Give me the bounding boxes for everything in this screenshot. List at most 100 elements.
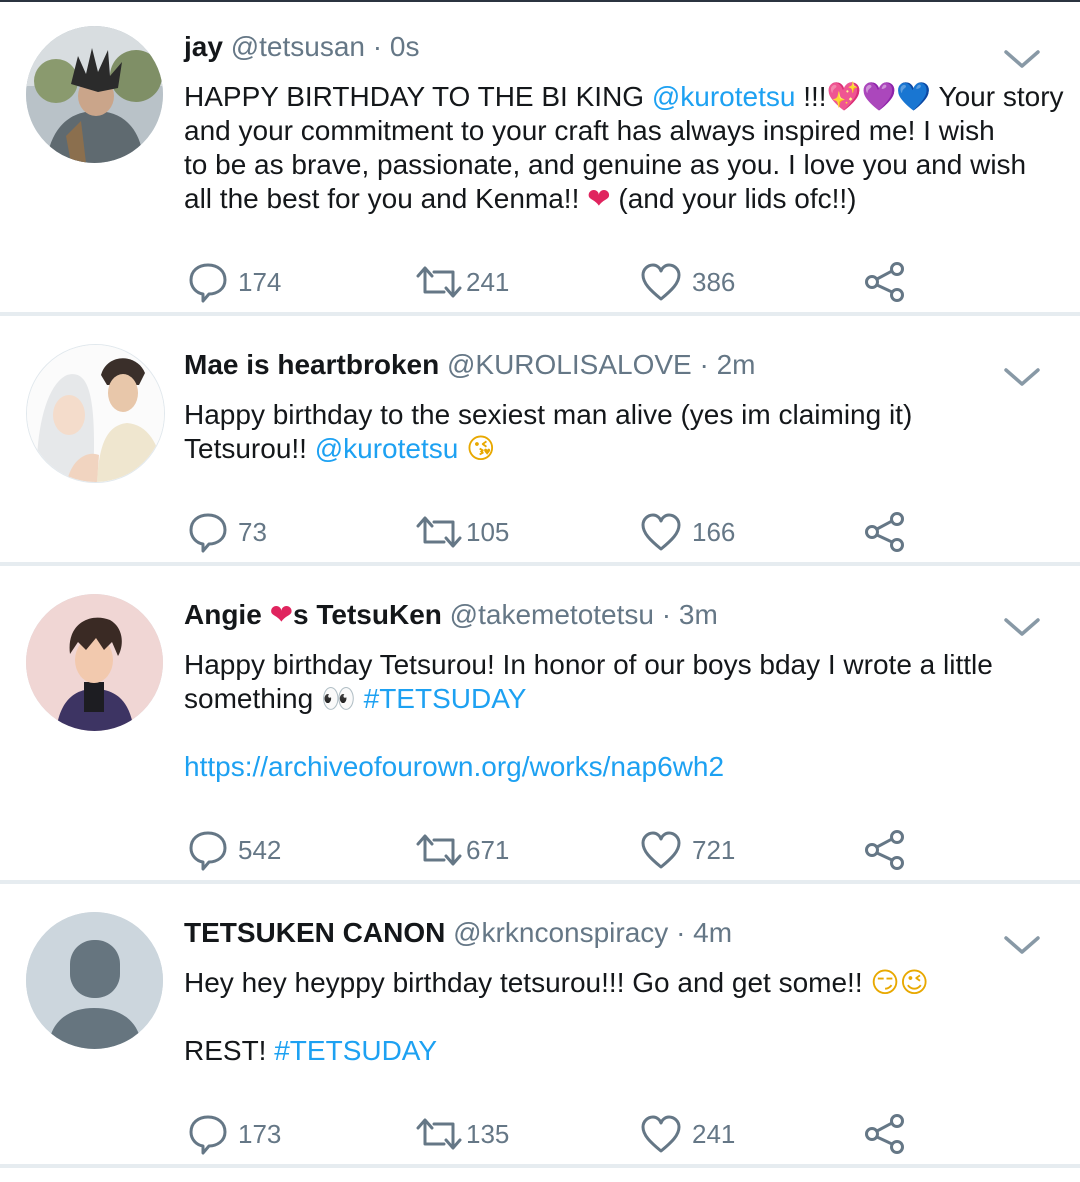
retweet-icon [414,262,464,302]
retweet-icon [414,830,464,870]
link[interactable]: https://archiveofourown.org/works/nap6wh… [184,751,724,782]
tweet-actions: 173 135 241 [0,1112,1080,1156]
user-handle[interactable]: @takemetotetsu [450,599,654,630]
display-name[interactable]: jay [184,31,223,62]
emoji: ❤ [587,182,611,215]
retweet-icon [414,1114,464,1154]
tweet-text: Hey hey heyppy birthday tetsurou!!! Go a… [184,966,1064,1068]
reply-button[interactable]: 173 [188,1112,281,1156]
chevron-down-icon[interactable] [1002,614,1042,640]
tweet[interactable]: jay @tetsusan · 0s HAPPY BIRTHDAY TO THE… [0,0,1080,312]
reply-button[interactable]: 73 [188,510,267,554]
timestamp[interactable]: 3m [679,599,718,630]
share-button[interactable] [864,1112,906,1156]
text-run: Happy birthday to the sexiest man alive … [184,399,913,430]
chevron-down-icon[interactable] [1002,46,1042,72]
tweet-text: Happy birthday Tetsurou! In honor of our… [184,648,1064,784]
retweet-button[interactable]: 241 [414,260,509,304]
emoji: 💖 [826,80,862,113]
link[interactable]: @kurotetsu [315,433,459,464]
emoji: 😘 [466,432,496,465]
like-icon [640,1114,682,1154]
user-handle[interactable]: @krknconspiracy [453,917,668,948]
timestamp[interactable]: 4m [693,917,732,948]
tweet-header: TETSUKEN CANON @krknconspiracy · 4m [184,916,732,950]
text-run: all the best for you and Kenma!! [184,183,588,214]
text-run: and your commitment to your craft has al… [184,115,995,146]
like-icon [640,830,682,870]
like-count: 241 [692,1118,736,1149]
text-run: Tetsurou!! [184,433,315,464]
reply-count: 174 [238,266,282,297]
separator-dot: · [699,349,709,380]
reply-count: 73 [238,516,267,547]
text-line: all the best for you and Kenma!! ❤ (and … [184,182,1064,216]
display-name[interactable]: Mae is heartbroken [184,349,439,380]
share-button[interactable] [864,510,906,554]
separator-dot: · [372,31,383,62]
retweet-button[interactable]: 105 [414,510,509,554]
text-run: Happy birthday Tetsurou! In honor of our… [184,649,993,680]
text-run [458,433,466,464]
text-run: HAPPY BIRTHDAY TO THE BI KING [184,81,652,112]
link[interactable]: #TETSUDAY [364,683,527,714]
text-run: something [184,683,321,714]
reply-icon [188,829,228,871]
like-button[interactable]: 386 [640,260,735,304]
tweet-actions: 542 671 721 [0,828,1080,872]
text-run: (and your lids ofc!!) [610,183,857,214]
link[interactable]: @kurotetsu [652,81,796,112]
reply-count: 173 [238,1118,282,1149]
timestamp[interactable]: 0s [390,31,420,62]
retweet-icon [414,512,464,552]
name-part: s TetsuKen [293,599,442,630]
tweet-header: jay @tetsusan · 0s [184,30,419,64]
user-handle[interactable]: @tetsusan [231,31,365,62]
name-part: ❤ [269,599,294,630]
tweet[interactable]: TETSUKEN CANON @krknconspiracy · 4m Hey … [0,884,1080,1164]
text-line: https://archiveofourown.org/works/nap6wh… [184,750,1064,784]
tweet[interactable]: Mae is heartbroken @KUROLISALOVE · 2m Ha… [0,316,1080,562]
text-run: REST! [184,1035,275,1066]
like-button[interactable]: 166 [640,510,735,554]
retweet-count: 671 [466,834,510,865]
avatar[interactable] [26,26,163,163]
display-name[interactable]: Angie ❤s TetsuKen [184,599,442,630]
text-line: something 👀 #TETSUDAY [184,682,1064,716]
chevron-down-icon[interactable] [1002,932,1042,958]
share-button[interactable] [864,828,906,872]
chevron-down-icon[interactable] [1002,364,1042,390]
share-button[interactable] [864,260,906,304]
reply-button[interactable]: 174 [188,260,281,304]
emoji: 💙 [896,80,932,113]
separator-dot: · [661,599,672,630]
avatar[interactable] [26,912,163,1049]
separator-dot: · [676,917,686,948]
like-count: 721 [692,834,736,865]
text-run: to be as brave, passionate, and genuine … [184,149,1027,180]
tweet-text: Happy birthday to the sexiest man alive … [184,398,1064,466]
like-button[interactable]: 721 [640,828,735,872]
tweet-divider [0,1164,1080,1168]
text-line: Tetsurou!! @kurotetsu 😘 [184,432,1064,466]
user-handle[interactable]: @KUROLISALOVE [447,349,692,380]
link[interactable]: #TETSUDAY [274,1035,437,1066]
tweet[interactable]: Angie ❤s TetsuKen @takemetotetsu · 3m Ha… [0,566,1080,880]
retweet-count: 135 [466,1118,510,1149]
retweet-button[interactable]: 671 [414,828,509,872]
timestamp[interactable]: 2m [717,349,756,380]
text-line: Happy birthday Tetsurou! In honor of our… [184,648,1064,682]
text-line: Hey hey heyppy birthday tetsurou!!! Go a… [184,966,1064,1000]
share-icon [864,1113,906,1155]
display-name[interactable]: TETSUKEN CANON [184,917,445,948]
avatar[interactable] [26,344,165,483]
emoji: 😉 [899,966,929,999]
like-button[interactable]: 241 [640,1112,735,1156]
tweet-actions: 174 241 386 [0,260,1080,304]
text-run: Your story [931,81,1064,112]
avatar[interactable] [26,594,163,731]
reply-button[interactable]: 542 [188,828,281,872]
emoji: 💜 [861,80,897,113]
retweet-button[interactable]: 135 [414,1112,509,1156]
reply-icon [188,1113,228,1155]
